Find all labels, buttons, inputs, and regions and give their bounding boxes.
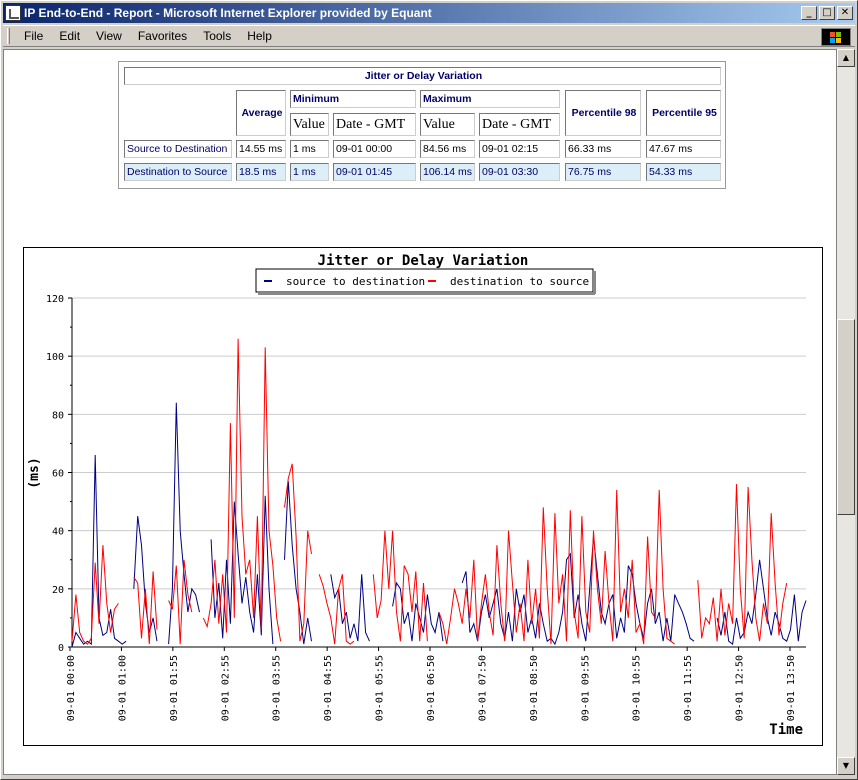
- cell-min-value: 1 ms: [290, 163, 329, 181]
- x-tick-label: 09-01 11:55: [683, 655, 694, 721]
- chart-legend: source to destination destination to sou…: [255, 268, 596, 295]
- x-tick-label: 09-01 09:55: [580, 655, 591, 721]
- y-tick-label: 0: [58, 643, 64, 654]
- series-line-source-to-destination: [284, 481, 312, 645]
- row-label: Destination to Source: [124, 163, 232, 181]
- subheader-max-date: Date - GMT: [479, 113, 560, 136]
- cell-average: 18.5 ms: [236, 163, 286, 181]
- series-line-source-to-destination: [168, 402, 200, 645]
- cell-max-date: 09-01 03:30: [479, 163, 560, 181]
- y-tick-label: 100: [46, 352, 64, 363]
- minimize-button[interactable]: _: [801, 6, 817, 20]
- row-label: Source to Destination: [124, 140, 232, 158]
- cell-min-date: 09-01 00:00: [333, 140, 416, 158]
- menu-file[interactable]: File: [16, 29, 51, 43]
- x-tick-label: 09-01 01:00: [117, 655, 128, 721]
- header-average: Average: [236, 90, 286, 136]
- menu-help[interactable]: Help: [239, 29, 280, 43]
- chart-title: Jitter or Delay Variation: [318, 253, 529, 269]
- page-content[interactable]: Jitter or Delay Variation Average Minimu…: [3, 49, 837, 775]
- x-tick-label: 09-01 10:55: [632, 655, 643, 721]
- legend-label-destination: destination to source: [450, 275, 589, 288]
- x-tick-label: 09-01 06:50: [426, 655, 437, 721]
- header-minimum: Minimum: [290, 90, 416, 108]
- x-tick-label: 09-01 07:50: [477, 655, 488, 721]
- x-tick-label: 09-01 00:00: [66, 655, 77, 721]
- series-line-source-to-destination: [716, 559, 807, 645]
- cell-max-value: 106.14 ms: [420, 163, 475, 181]
- series-line-destination-to-source: [71, 545, 119, 645]
- cell-p95: 47.67 ms: [646, 140, 721, 158]
- cell-p95: 54.33 ms: [646, 163, 721, 181]
- menu-edit[interactable]: Edit: [51, 29, 88, 43]
- menu-favorites[interactable]: Favorites: [130, 29, 195, 43]
- series-line-destination-to-source: [318, 574, 355, 645]
- x-tick-label: 09-01 08:50: [529, 655, 540, 721]
- title-bar: IP End-to-End - Report - Microsoft Inter…: [3, 3, 855, 23]
- header-percentile-98: Percentile 98: [565, 90, 641, 136]
- menu-view[interactable]: View: [88, 29, 130, 43]
- y-tick-label: 60: [52, 469, 64, 480]
- x-tick-label: 09-01 04:55: [323, 655, 334, 721]
- windows-logo-icon: [821, 28, 851, 46]
- maximize-button[interactable]: □: [819, 6, 835, 20]
- chart-svg: Jitter or Delay Variation source to dest…: [27, 253, 807, 738]
- x-tick-label: 09-01 05:55: [375, 655, 386, 721]
- jitter-chart: Jitter or Delay Variation source to dest…: [23, 247, 823, 746]
- subheader-min-value: Value: [290, 113, 329, 136]
- cell-min-value: 1 ms: [290, 140, 329, 158]
- menu-tools[interactable]: Tools: [195, 29, 239, 43]
- plot-area: 0 20 40 60 80 100 120 09-01 00:00 09-01 01:00 09-…: [46, 294, 807, 721]
- y-axis-label: (ms): [27, 457, 42, 488]
- x-tick-label: 09-01 01:55: [169, 655, 180, 721]
- cell-average: 14.55 ms: [236, 140, 286, 158]
- cell-max-value: 84.56 ms: [420, 140, 475, 158]
- cell-p98: 76.75 ms: [565, 163, 641, 181]
- window-title: IP End-to-End - Report - Microsoft Inter…: [24, 6, 432, 20]
- toolbar-grip[interactable]: [7, 28, 10, 44]
- cell-min-date: 09-01 01:45: [333, 163, 416, 181]
- series-line-destination-to-source: [168, 559, 193, 645]
- ie-page-icon: [5, 5, 21, 21]
- jitter-summary-table: Jitter or Delay Variation Average Minimu…: [118, 61, 726, 189]
- subheader-min-date: Date - GMT: [333, 113, 416, 136]
- vertical-scrollbar[interactable]: ▲ ▼: [837, 49, 855, 775]
- x-tick-label: 09-01 03:55: [272, 655, 283, 721]
- series-line-destination-to-source: [372, 530, 428, 642]
- x-tick-label: 09-01 02:55: [220, 655, 231, 721]
- menu-bar: File Edit View Favorites Tools Help: [3, 25, 855, 47]
- x-tick-label: 09-01 13:50: [786, 655, 797, 721]
- y-tick-label: 20: [52, 585, 64, 596]
- close-button[interactable]: ✕: [837, 6, 853, 20]
- browser-window: IP End-to-End - Report - Microsoft Inter…: [0, 0, 858, 780]
- series-line-source-to-destination: [330, 574, 370, 642]
- x-axis-label: Time: [769, 722, 803, 738]
- y-tick-label: 40: [52, 527, 64, 538]
- cell-p98: 66.33 ms: [565, 140, 641, 158]
- y-tick-label: 120: [46, 294, 64, 305]
- subheader-max-value: Value: [420, 113, 475, 136]
- scroll-down-button[interactable]: ▼: [837, 757, 855, 775]
- y-tick-label: 80: [52, 410, 64, 421]
- x-tick-label: 09-01 12:50: [735, 655, 746, 721]
- header-percentile-95: Percentile 95: [646, 90, 721, 136]
- series-line-destination-to-source: [697, 484, 788, 642]
- header-maximum: Maximum: [420, 90, 560, 108]
- table-title: Jitter or Delay Variation: [124, 67, 721, 85]
- cell-max-date: 09-01 02:15: [479, 140, 560, 158]
- legend-label-source: source to destination: [286, 275, 425, 288]
- series-line-destination-to-source: [133, 571, 158, 645]
- scroll-up-button[interactable]: ▲: [837, 49, 855, 67]
- scroll-thumb[interactable]: [837, 319, 855, 515]
